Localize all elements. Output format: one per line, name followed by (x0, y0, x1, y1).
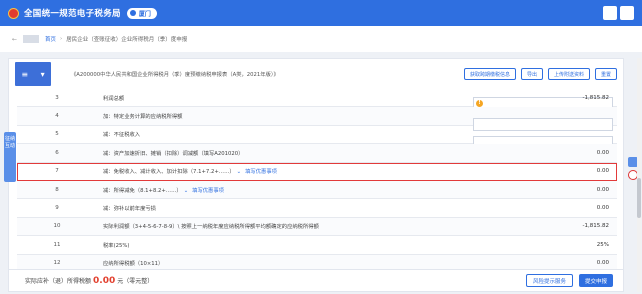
tax-due-unit: 元（零元整） (117, 278, 154, 285)
row-value-cell: -1,815.82 (473, 223, 617, 229)
table-row: 9 减：弥补以前年度亏损 0.00 (17, 199, 617, 218)
form-toolbar: ≡ ▾ 《A200000中华人民共和国企业所得税月（季）度预缴纳税申报表（A类，… (9, 59, 623, 89)
row-value-cell[interactable]: ! -1,815.82 (473, 94, 617, 110)
row-description-text: 实际利润额（3+4-5-6-7-8-9）\ 按照上一纳税年度应纳税所得额平均额确… (103, 224, 319, 231)
upload-attachments-button[interactable]: 上传附送资料 (547, 68, 590, 80)
row-value-cell: 0.00 (473, 168, 617, 174)
breadcrumb-current: 居民企业（查账征收）企业所得税月（季）度申报 (66, 37, 188, 43)
row-value: -1,815.82 (582, 223, 609, 230)
row-description: 实际利润额（3+4-5-6-7-8-9）\ 按照上一纳税年度应纳税所得额平均额确… (97, 222, 473, 230)
footer-bar: 实际应补（退）所得税额 0.00 元（零元整） 风险提示服务 提交申报 (9, 269, 623, 291)
row-description: 应纳所得税额（10×11） (97, 259, 473, 267)
fetch-cross-period-button[interactable]: 获取跨期缴税信息 (463, 68, 516, 80)
row-value: 25% (596, 241, 609, 248)
row-description-text: 减：资产加速折旧、摊销（扣除）调减额（填写A201020） (103, 150, 244, 157)
chevron-down-icon: ▾ (40, 69, 45, 79)
top-bar: 全国统一规范电子税务局 厦门 (0, 0, 642, 26)
table-row: 8 减：所得减免（8.1+8.2+……） ⌄ 填写优惠事项 0.00 (17, 181, 617, 200)
tax-due-amount: 0.00 (93, 275, 116, 286)
row-number: 3 (55, 94, 59, 101)
city-label: 厦门 (138, 10, 151, 18)
scrollbar[interactable] (637, 58, 641, 292)
table-row: 6 减：资产加速折旧、摊销（扣除）调减额（填写A201020） 0.00 (17, 144, 617, 163)
risk-tips-button[interactable]: 风险提示服务 (525, 274, 573, 287)
row-description-text: 应纳所得税额（10×11） (103, 261, 164, 268)
row-description: 减：资产加速折旧、摊销（扣除）调减额（填写A201020） (97, 149, 473, 157)
row-description: 减：所得减免（8.1+8.2+……） ⌄ 填写优惠事项 (97, 186, 473, 194)
table-row: 11 税率(25%) 25% (17, 236, 617, 255)
breadcrumb-home[interactable]: 首页 (45, 35, 56, 43)
location-pin-icon (129, 10, 136, 16)
row-description: 减：弥补以前年度亏损 (97, 204, 473, 212)
app-title: 全国统一规范电子税务局 (24, 9, 121, 19)
row-number: 5 (55, 131, 59, 138)
row-number: 6 (55, 149, 59, 156)
row-number: 12 (53, 260, 61, 267)
export-button[interactable]: 导出 (520, 68, 543, 80)
user-icon[interactable] (603, 6, 617, 20)
table-row: 4 加：特定业务计算的应纳税所得额 (17, 107, 617, 132)
fill-preference-link[interactable]: 填写优惠事项 (245, 169, 277, 175)
row-number: 10 (53, 223, 61, 230)
chevron-down-icon[interactable]: ⌄ (237, 169, 241, 175)
row-description-text: 减：不征税收入 (103, 132, 141, 139)
row-value-cell: 0.00 (473, 260, 617, 266)
row-description: 加：特定业务计算的应纳税所得额 (97, 112, 473, 120)
row-description: 减：免税收入、减计收入、加计扣除（7.1+7.2+……） ⌄ 填写优惠事项 (97, 167, 473, 175)
row-description-text: 利润总额 (103, 95, 125, 102)
city-selector[interactable]: 厦门 (126, 7, 157, 19)
row-number: 7 (55, 168, 59, 175)
row-value: 0.00 (596, 168, 609, 175)
row-value: 0.00 (596, 205, 609, 212)
row-value: -1,815.82 (582, 94, 609, 101)
scrollbar-thumb[interactable] (637, 178, 641, 218)
footer-buttons: 风险提示服务 提交申报 (525, 274, 613, 287)
row-description: 税率(25%) (97, 241, 473, 249)
back-arrow-icon[interactable]: ← (12, 36, 17, 43)
row-value-cell: 0.00 (473, 187, 617, 193)
row-number: 9 (55, 205, 59, 212)
home-icon[interactable] (23, 35, 40, 43)
chevron-down-icon[interactable]: ⌄ (184, 188, 188, 194)
row-description-text: 减：所得减免（8.1+8.2+……） (103, 187, 182, 194)
row-description-text: 减：弥补以前年度亏损 (103, 206, 156, 213)
submit-declaration-button[interactable]: 提交申报 (578, 274, 613, 287)
table-row: 5 减：不征税收入 (17, 126, 617, 150)
form-menu-button[interactable]: ≡ ▾ (15, 62, 51, 86)
menu-icon: ≡ (21, 69, 29, 79)
reset-button[interactable]: 重置 (594, 68, 617, 80)
row-value: 0.00 (596, 186, 609, 193)
row-description-text: 加：特定业务计算的应纳税所得额 (103, 114, 183, 121)
row-value: 0.00 (596, 260, 609, 267)
top-right-actions (603, 6, 634, 20)
table-row: 3 利润总额! -1,815.82 (17, 89, 617, 110)
form-card: ≡ ▾ 《A200000中华人民共和国企业所得税月（季）度预缴纳税申报表（A类，… (8, 58, 624, 292)
fill-preference-link[interactable]: 填写优惠事项 (192, 188, 224, 194)
row-description: 利润总额 (97, 94, 473, 102)
row-number: 4 (55, 113, 59, 120)
row-value: 0.00 (596, 149, 609, 156)
row-value-cell: 0.00 (473, 150, 617, 156)
form-title: 《A200000中华人民共和国企业所得税月（季）度预缴纳税申报表（A类，2021… (71, 72, 279, 78)
row-value-cell: 25% (473, 242, 617, 248)
toolbar-buttons: 获取跨期缴税信息 导出 上传附送资料 重置 (463, 68, 617, 80)
message-icon[interactable] (620, 6, 634, 20)
table-row: 10 实际利润额（3+4-5-6-7-8-9）\ 按照上一纳税年度应纳税所得额平均… (17, 217, 617, 237)
row-number: 8 (55, 186, 59, 193)
tax-due-label: 实际应补（退）所得税额 (25, 278, 92, 285)
row-description: 减：不征税收入 (97, 130, 473, 138)
breadcrumb: ← 首页 › 居民企业（查账征收）企业所得税月（季）度申报 (0, 26, 642, 52)
row-description-text: 减：免税收入、减计收入、加计扣除（7.1+7.2+……） (103, 169, 235, 176)
tax-emblem-icon (8, 7, 19, 19)
breadcrumb-separator: › (60, 36, 63, 42)
row-value-cell: 0.00 (473, 205, 617, 211)
warning-icon[interactable]: ! (476, 100, 483, 108)
row-number: 11 (53, 241, 61, 248)
interaction-float-button[interactable]: 征纳互动 (4, 132, 16, 182)
row-description-text: 税率(25%) (103, 242, 130, 249)
table-row: 7 减：免税收入、减计收入、加计扣除（7.1+7.2+……） ⌄ 填写优惠事项 0.00 (17, 162, 617, 181)
